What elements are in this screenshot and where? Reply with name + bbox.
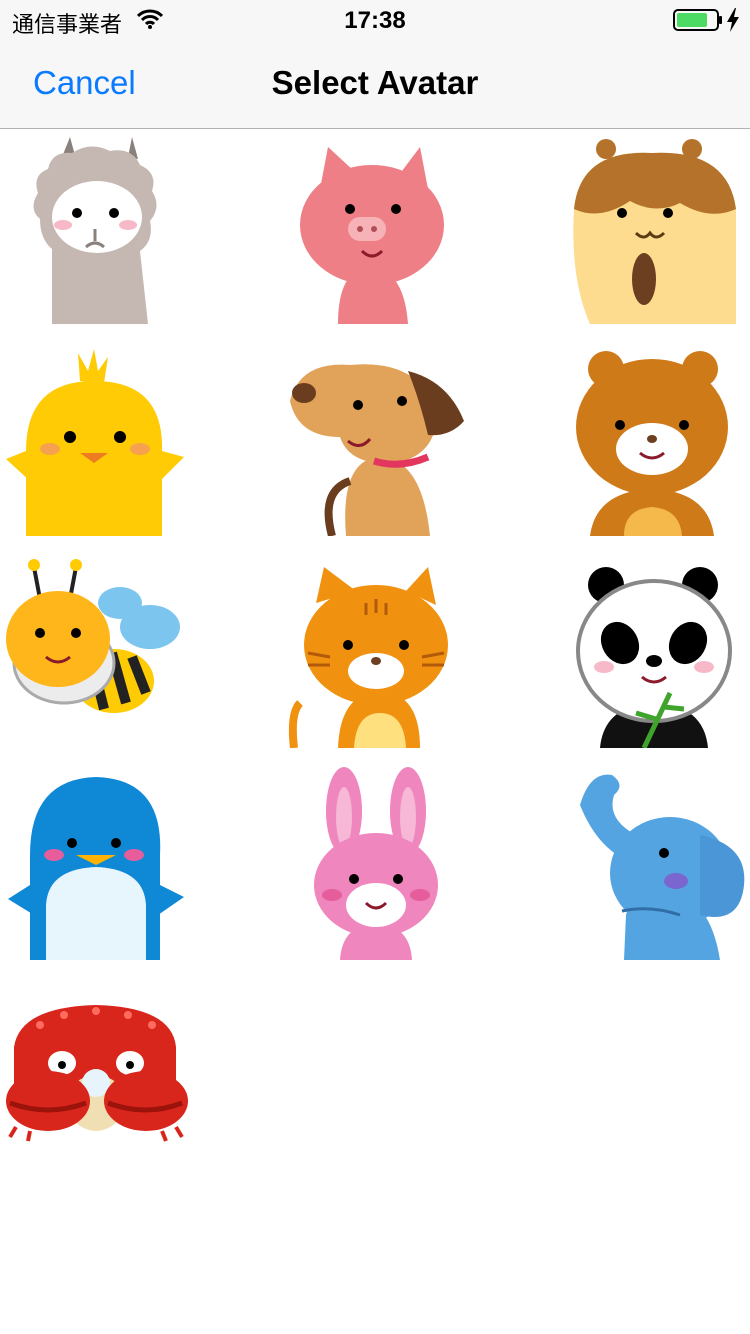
dog-icon <box>290 364 464 536</box>
chick-icon <box>6 349 184 536</box>
rabbit-icon <box>314 767 438 960</box>
panda-icon <box>576 567 732 748</box>
penguin-icon <box>8 777 184 960</box>
avatar-chick[interactable] <box>0 341 190 536</box>
avatar-hamster[interactable] <box>560 129 750 324</box>
battery-icon <box>673 9 723 36</box>
charging-bolt-icon <box>726 8 740 37</box>
crab-icon <box>6 1005 188 1142</box>
avatar-bee[interactable] <box>0 553 190 748</box>
elephant-icon <box>580 774 745 960</box>
avatar-rabbit[interactable] <box>280 765 470 960</box>
avatar-dog[interactable] <box>280 341 470 536</box>
clock-time: 17:38 <box>344 7 406 34</box>
bear-icon <box>576 351 728 536</box>
cat-icon <box>288 567 448 748</box>
avatar-elephant[interactable] <box>560 765 750 960</box>
avatar-crab[interactable] <box>0 977 190 1172</box>
avatar-pig[interactable] <box>280 129 470 324</box>
alpaca-icon <box>33 137 157 324</box>
navigation-bar: Cancel Select Avatar <box>0 40 750 129</box>
avatar-alpaca[interactable] <box>0 129 190 324</box>
avatar-penguin[interactable] <box>0 765 190 960</box>
avatar-bear[interactable] <box>560 341 750 536</box>
hamster-icon <box>573 139 736 324</box>
avatar-cat[interactable] <box>280 553 470 748</box>
page-title: Select Avatar <box>271 64 479 101</box>
status-bar: 通信事業者 17:38 <box>0 0 750 40</box>
bee-icon <box>6 559 180 713</box>
pig-icon <box>300 147 444 324</box>
avatar-panda[interactable] <box>560 553 750 748</box>
